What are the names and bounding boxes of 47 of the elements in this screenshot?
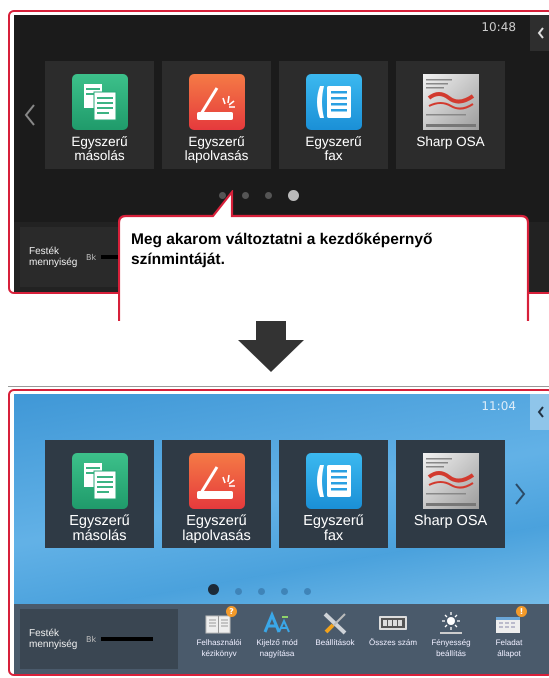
notification-badge: ? xyxy=(226,606,237,617)
app-tile[interactable]: Egyszerű másolás xyxy=(45,60,154,168)
copy-icon xyxy=(72,452,128,508)
app-tile[interactable]: Egyszerű lapolvasás xyxy=(162,60,271,168)
side-tab[interactable] xyxy=(530,15,549,51)
shortcut-button[interactable]: Beállítások xyxy=(306,609,364,669)
page-dot[interactable] xyxy=(265,192,272,199)
copy-icon xyxy=(72,74,128,130)
page-dot[interactable] xyxy=(219,192,226,199)
application-icon xyxy=(422,452,478,508)
notification-badge: ! xyxy=(516,606,527,617)
app-tile[interactable]: Sharp OSA xyxy=(396,60,505,168)
callout-text: Meg akarom változtatni a kezdőképernyő színmintáját. xyxy=(131,230,434,270)
page-dot[interactable] xyxy=(288,190,299,201)
shortcut-button[interactable]: Fényesség beállítás xyxy=(422,609,480,669)
app-tile[interactable]: Egyszerű másolás xyxy=(45,440,154,548)
clock: 11:04 xyxy=(481,399,516,413)
toner-label: Festék mennyiség xyxy=(29,628,78,650)
fax-icon xyxy=(306,74,362,130)
chevron-left-icon xyxy=(537,27,545,39)
page-dot[interactable] xyxy=(242,192,249,199)
clock: 10:48 xyxy=(481,20,516,34)
chevron-right-icon[interactable] xyxy=(514,482,526,504)
toner-label: Festék mennyiség xyxy=(29,246,78,268)
toner-code: Bk xyxy=(86,634,96,644)
page-dot[interactable] xyxy=(258,588,264,595)
shortcut-button[interactable]: Kijelző mód nagyítása xyxy=(248,609,306,669)
application-icon xyxy=(422,74,478,130)
chevron-left-icon[interactable] xyxy=(24,104,36,126)
magnify-text-icon xyxy=(262,611,292,635)
app-tile[interactable]: Egyszerű fax xyxy=(279,440,388,548)
app-tile[interactable]: Egyszerű fax xyxy=(279,60,388,168)
page-dot[interactable] xyxy=(280,588,288,595)
app-tile[interactable]: Sharp OSA xyxy=(396,440,505,548)
scanner-icon xyxy=(188,452,244,508)
scanner-icon xyxy=(188,74,244,130)
app-tile[interactable]: Egyszerű lapolvasás xyxy=(162,440,271,548)
chevron-left-icon xyxy=(537,406,545,418)
page-dot[interactable] xyxy=(304,588,310,595)
shortcut-button[interactable]: Összes szám xyxy=(364,609,422,669)
page-dot[interactable] xyxy=(208,584,218,595)
toner-code: Bk xyxy=(86,252,96,262)
shortcut-button[interactable]: ? Felhasználói kézikönyv xyxy=(190,609,248,669)
shortcut-button[interactable]: ! Feladat állapot xyxy=(480,609,538,669)
side-tab[interactable] xyxy=(530,394,549,430)
page-dot[interactable] xyxy=(234,588,242,595)
fax-icon xyxy=(306,452,362,508)
